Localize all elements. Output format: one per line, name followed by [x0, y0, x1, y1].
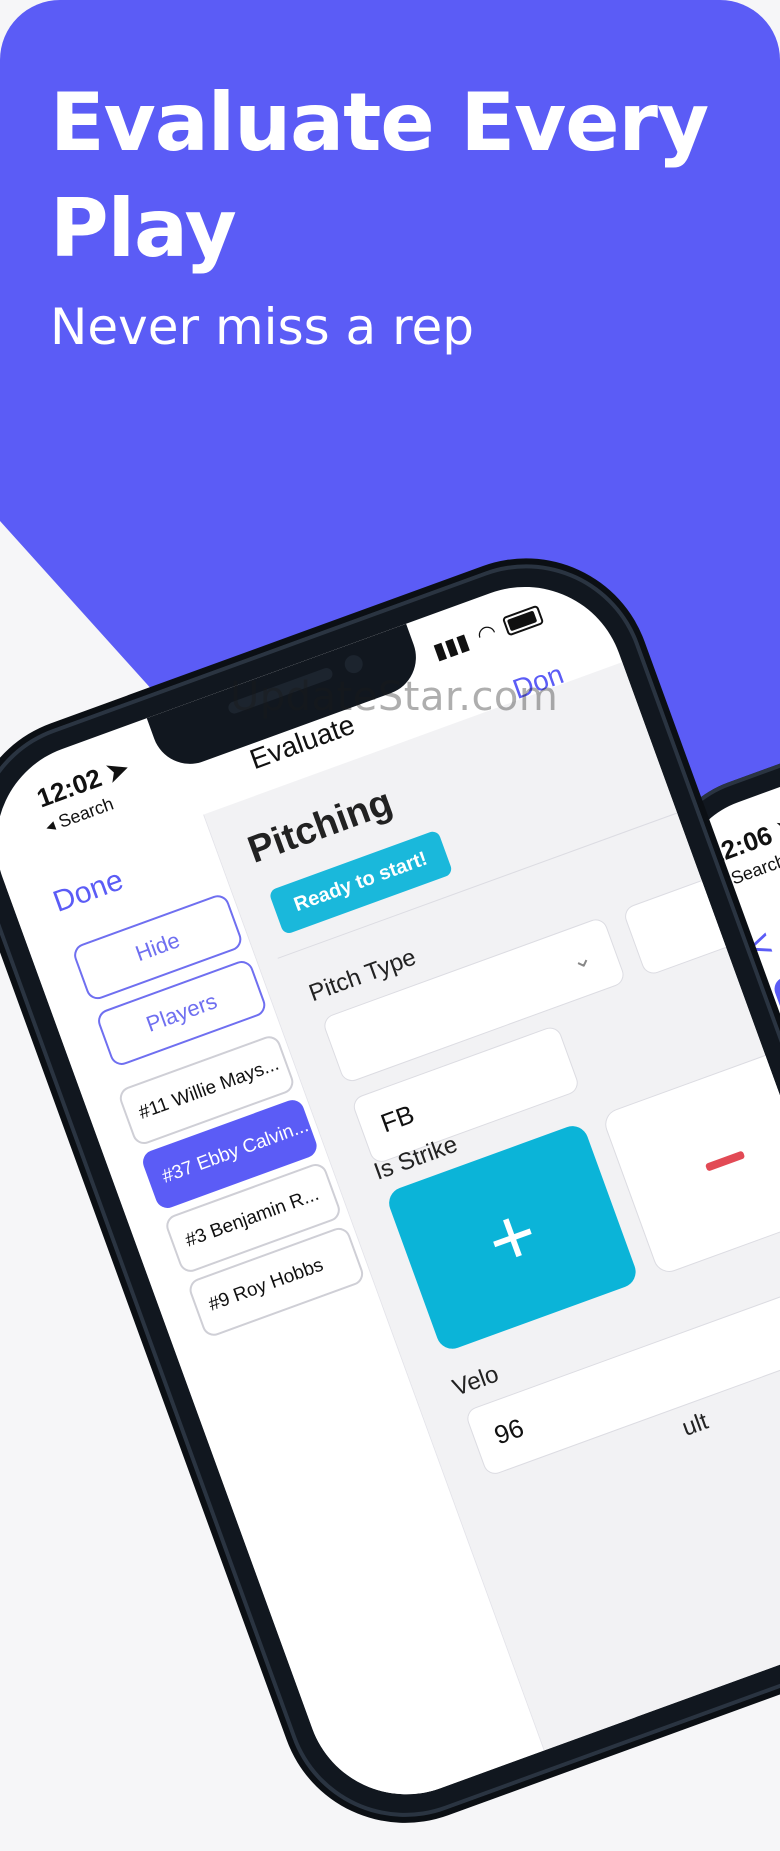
- signal-icon: ▮▮▮: [429, 628, 473, 665]
- velo-label: Velo: [449, 1360, 503, 1402]
- watermark: UpdateStar.com: [230, 674, 559, 720]
- location-arrow-icon: ➤: [102, 752, 133, 789]
- location-arrow-icon: ➤: [772, 809, 780, 846]
- hero-headline: Evaluate Every Play: [50, 76, 709, 275]
- strike-minus-button[interactable]: [600, 1045, 780, 1277]
- minus-icon: [704, 1150, 746, 1172]
- phone-mockup-main: 12:02 ➤ ◂ Search ▮▮▮ ◠ Don Evaluate Done…: [0, 530, 780, 1851]
- chevron-down-icon: ⌄: [567, 943, 596, 976]
- result-label-partial: ult: [678, 1407, 712, 1442]
- done-button[interactable]: Done: [49, 863, 128, 919]
- battery-icon: [501, 604, 545, 637]
- hero-subline: Never miss a rep: [50, 298, 475, 356]
- wifi-icon: ◠: [473, 618, 500, 649]
- plus-icon: +: [475, 1187, 550, 1287]
